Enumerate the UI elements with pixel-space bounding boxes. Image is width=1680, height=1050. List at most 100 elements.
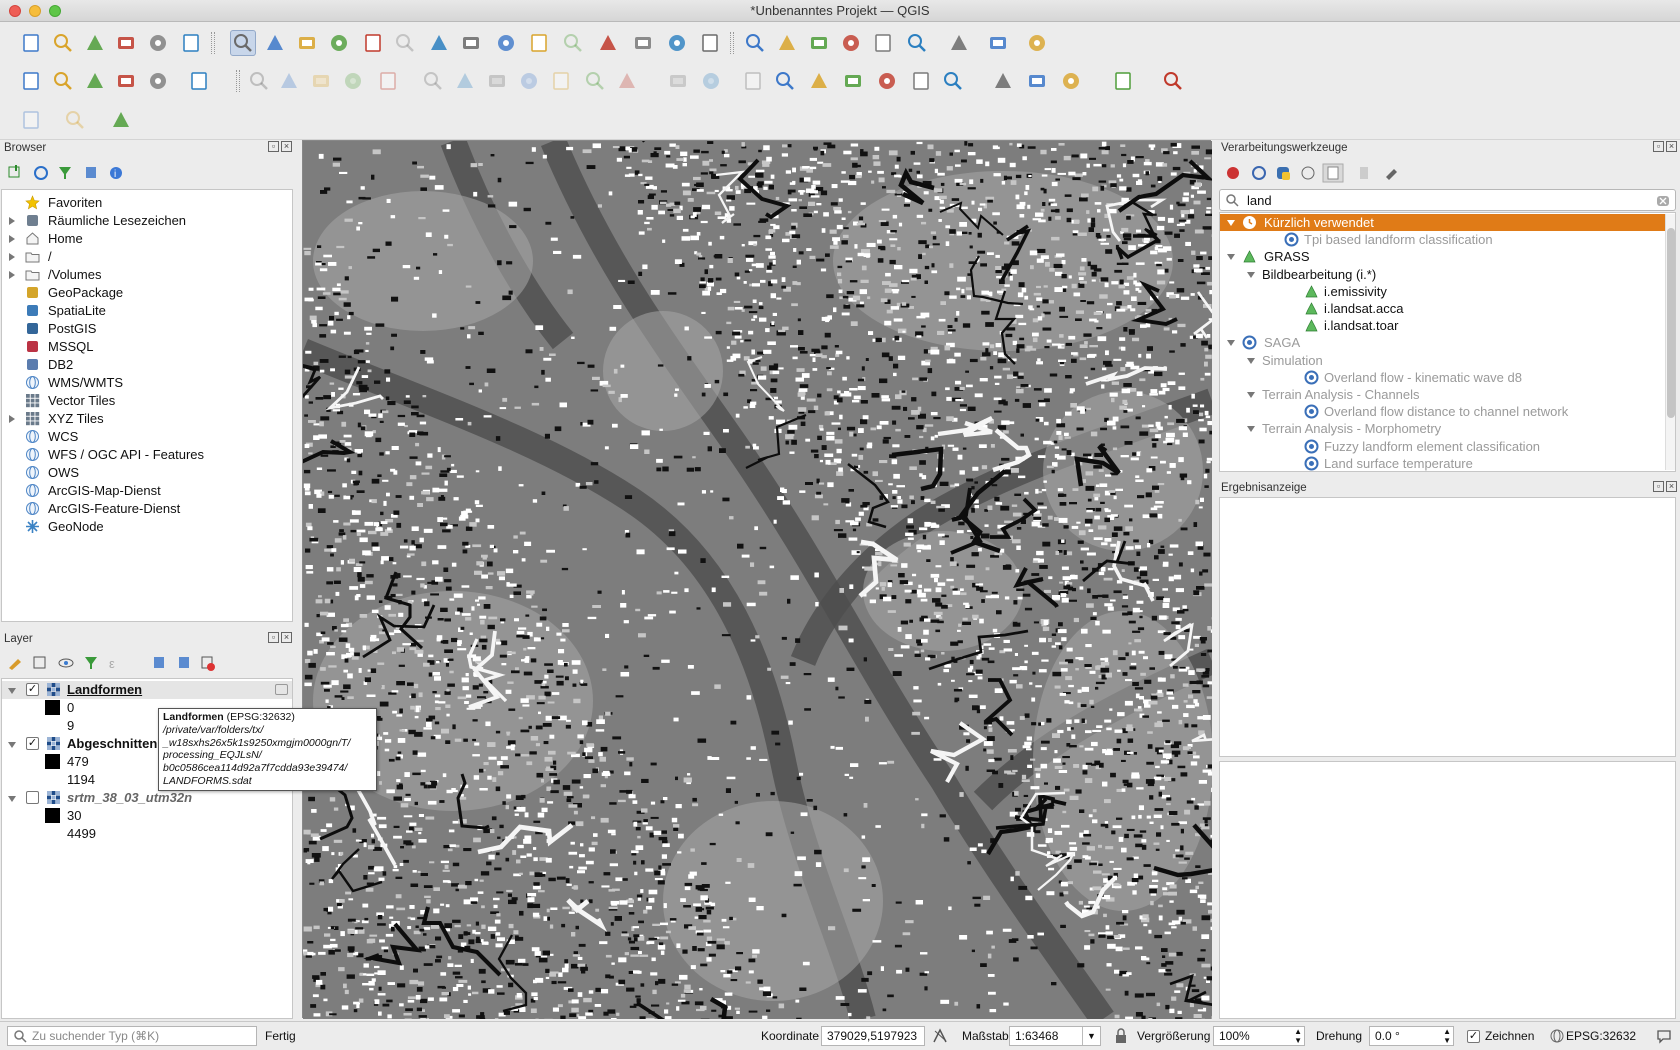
expand-arrow-icon[interactable] [9, 235, 15, 243]
browser-item[interactable]: Home [2, 230, 292, 248]
expand-arrow-icon[interactable] [1227, 340, 1235, 347]
expand-arrow-icon[interactable] [8, 688, 16, 694]
messages-icon[interactable] [1656, 1028, 1672, 1044]
close-window-button[interactable] [9, 5, 21, 17]
new-bookmark-icon[interactable] [560, 30, 586, 56]
visibility-icon[interactable] [58, 658, 74, 668]
new-project-icon[interactable] [18, 107, 44, 133]
browser-item[interactable]: WMS/WMTS [2, 374, 292, 392]
select-icon[interactable] [990, 68, 1016, 94]
float-icon[interactable]: ▫ [1653, 141, 1664, 152]
zoom-layer-icon[interactable] [426, 30, 452, 56]
zoom-last-icon[interactable] [493, 30, 519, 56]
browser-item[interactable]: XYZ Tiles [2, 410, 292, 428]
browser-item[interactable]: OWS [2, 464, 292, 482]
expand-all-icon[interactable] [154, 657, 164, 668]
raster-map[interactable] [267, 109, 1253, 1050]
expand-arrow-icon[interactable] [1227, 220, 1235, 226]
processing-tree-item[interactable]: Fuzzy landform element classification [1220, 438, 1675, 455]
processing-tree-item[interactable]: Bildbearbeitung (i.*) [1220, 266, 1675, 283]
expression-icon[interactable]: ε [109, 656, 115, 671]
close-icon[interactable]: × [1666, 481, 1677, 492]
spinner-icon[interactable]: ▲ ▼ [1443, 1027, 1451, 1045]
processing-tree-item[interactable]: Terrain Analysis - Channels [1220, 386, 1675, 403]
crs-globe-icon[interactable] [1550, 1029, 1564, 1043]
attribute-table-icon[interactable] [742, 30, 768, 56]
float-icon[interactable]: ▫ [268, 141, 279, 152]
identify-icon[interactable] [697, 30, 723, 56]
results-icon[interactable] [1322, 163, 1344, 183]
browser-item[interactable]: GeoPackage [2, 284, 292, 302]
pan-icon[interactable] [246, 68, 272, 94]
processing-scrollbar[interactable] [1665, 214, 1675, 470]
zoom-out-icon[interactable] [340, 68, 366, 94]
zoom-native-icon[interactable] [458, 30, 484, 56]
processing-tree-item[interactable]: Simulation [1220, 352, 1675, 369]
refresh-icon[interactable] [34, 166, 48, 180]
open-project-icon[interactable] [50, 30, 76, 56]
processing-tree-item[interactable]: SAGA [1220, 334, 1675, 351]
save-as-icon[interactable] [113, 30, 139, 56]
pan-to-selection-icon[interactable] [276, 68, 302, 94]
close-icon[interactable]: × [1666, 141, 1677, 152]
models-icon[interactable] [1227, 167, 1239, 179]
close-icon[interactable]: × [281, 632, 292, 643]
browser-item[interactable]: GeoNode [2, 518, 292, 536]
new-bookmark-icon[interactable] [582, 68, 608, 94]
chevron-down-icon[interactable]: ▼ [1082, 1027, 1100, 1045]
browser-tree[interactable]: Favoriten Räumliche Lesezeichen Home / /Volu… [1, 189, 293, 622]
zoom-out-icon[interactable] [326, 30, 352, 56]
print-layout-icon[interactable] [145, 30, 171, 56]
zoom-next-icon[interactable] [548, 68, 574, 94]
expand-arrow-icon[interactable] [9, 253, 15, 261]
browser-item[interactable]: WCS [2, 428, 292, 446]
style-manager-icon[interactable] [178, 30, 204, 56]
zoom-selection-icon[interactable] [420, 68, 446, 94]
processing-tree-item[interactable]: Terrain Analysis - Morphometry [1220, 420, 1675, 437]
print-layout-icon[interactable] [145, 68, 171, 94]
style-manager-icon[interactable] [186, 68, 212, 94]
layer-visibility-checkbox[interactable] [26, 791, 39, 804]
zoom-full-icon[interactable] [360, 30, 386, 56]
new-project-icon[interactable] [18, 30, 44, 56]
clear-search-icon[interactable] [1657, 195, 1669, 207]
edit-icon[interactable] [1360, 167, 1368, 179]
processing-tree-item[interactable]: Overland flow distance to channel networ… [1220, 403, 1675, 420]
map-canvas[interactable] [267, 109, 1253, 1050]
zoom-last-icon[interactable] [516, 68, 542, 94]
search-input[interactable]: land [1247, 193, 1272, 208]
lock-icon[interactable] [1114, 1028, 1128, 1044]
spinner-icon[interactable]: ▲ ▼ [1294, 1027, 1302, 1045]
field-calculator-icon[interactable] [774, 30, 800, 56]
options-icon[interactable] [1386, 169, 1397, 180]
processing-tree-item[interactable]: i.landsat.toar [1220, 317, 1675, 334]
remove-layer-icon[interactable] [201, 656, 215, 671]
expand-arrow-icon[interactable] [1247, 426, 1255, 433]
open-project-icon[interactable] [50, 68, 76, 94]
save-project-icon[interactable] [82, 68, 108, 94]
expand-arrow-icon[interactable] [1247, 392, 1255, 398]
layer-visibility-checkbox[interactable]: ✓ [26, 737, 39, 750]
browser-item[interactable]: SpatiaLite [2, 302, 292, 320]
embedded-widget-icon[interactable] [275, 684, 288, 695]
locator-input[interactable]: Zu suchender Typ (⌘K) [7, 1026, 257, 1046]
collapse-all-icon[interactable] [179, 657, 189, 668]
temporal-icon[interactable] [630, 30, 656, 56]
collapse-icon[interactable] [86, 167, 96, 178]
processing-tree-item[interactable]: Kürzlich verwendet [1220, 214, 1675, 231]
processing-icon[interactable] [840, 68, 866, 94]
browser-item[interactable]: WFS / OGC API - Features [2, 446, 292, 464]
browser-item[interactable]: ArcGIS-Feature-Dienst [2, 500, 292, 518]
layer-visibility-checkbox[interactable]: ✓ [26, 683, 39, 696]
new-project-icon[interactable] [1058, 68, 1084, 94]
expand-arrow-icon[interactable] [1247, 271, 1255, 278]
minimize-window-button[interactable] [29, 5, 41, 17]
browser-item[interactable]: / [2, 248, 292, 266]
refresh-icon[interactable] [664, 30, 690, 56]
zoom-selection-icon[interactable] [392, 30, 418, 56]
processing-tree-item[interactable]: GRASS [1220, 248, 1675, 265]
add-group-icon[interactable] [33, 656, 46, 669]
browser-item[interactable]: Räumliche Lesezeichen [2, 212, 292, 230]
attribute-table-icon[interactable] [772, 68, 798, 94]
open-project-icon[interactable] [1110, 68, 1136, 94]
